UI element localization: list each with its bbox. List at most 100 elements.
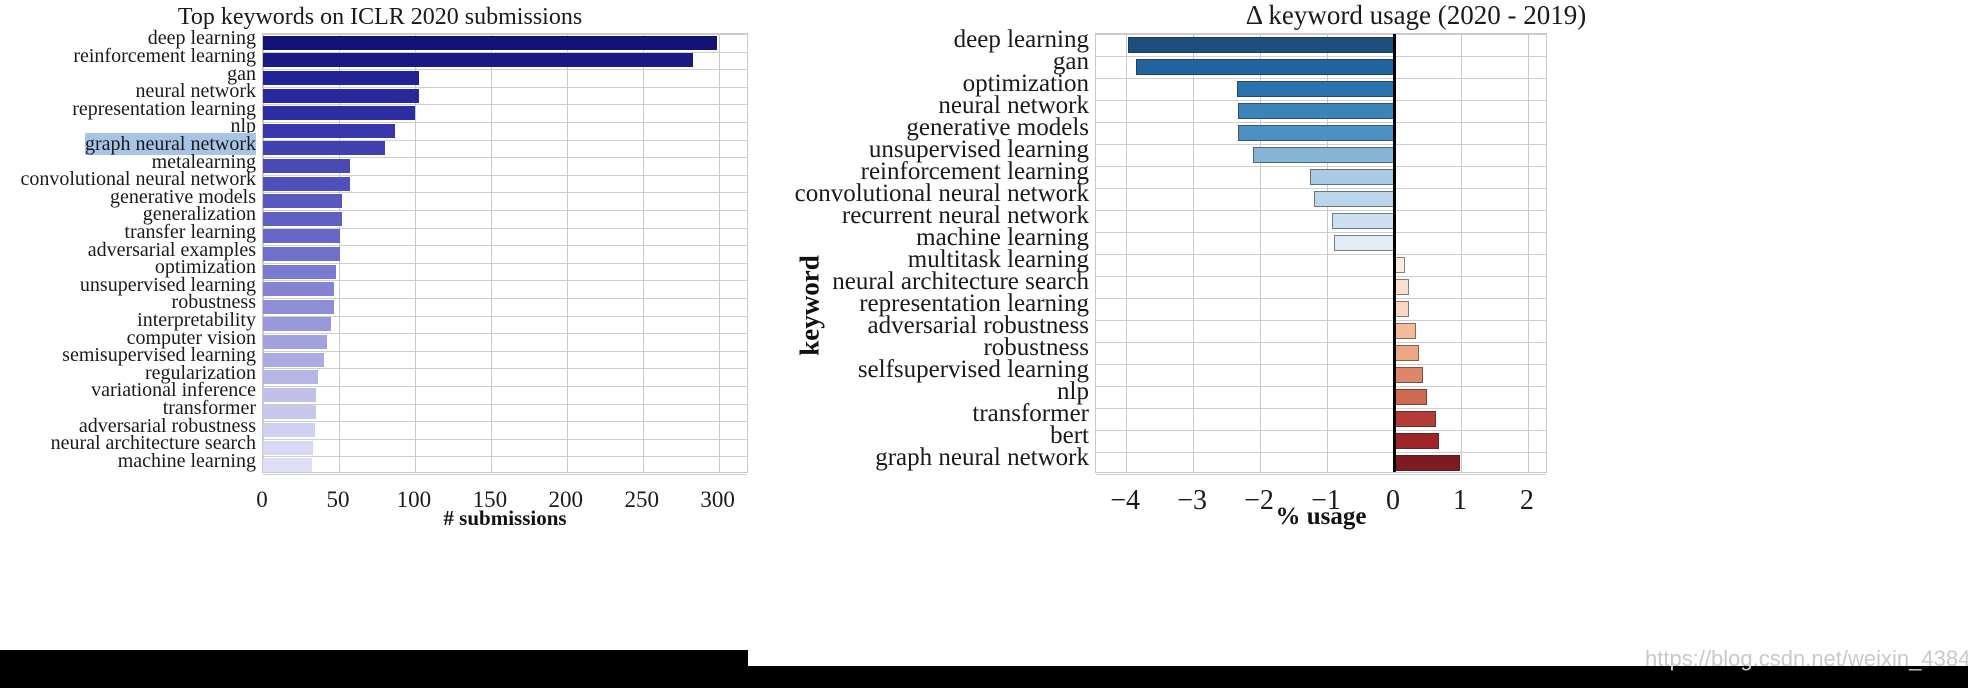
grid-line-horizontal [1096,276,1546,277]
bar-computer-vision [263,334,327,350]
left-plot-area [262,33,748,475]
grid-line-horizontal [1096,122,1546,123]
y-axis-label-selfsupervised-learning: selfsupervised learning [857,356,1089,383]
bar-robustness [1393,344,1420,362]
bar-generative-models [263,194,342,209]
grid-line-horizontal [263,456,747,457]
grid-line-horizontal [263,104,747,105]
y-axis-label-graph-neural-network: graph neural network [875,444,1089,471]
bar-variational-inference [263,387,317,402]
grid-line-horizontal [1096,342,1546,343]
bar-bert [1393,432,1439,450]
watermark-text: https://blog.csdn.net/weixin_43845931 [1645,646,1968,671]
left-x-axis-title: # submissions [443,506,567,530]
bar-deep-learning [263,35,718,50]
grid-line-vertical [643,34,644,472]
bar-regularization [263,370,318,385]
bar-recurrent-neural-network [1332,212,1394,230]
grid-line-horizontal [263,316,747,317]
grid-line-horizontal [263,404,747,405]
bar-metalearning [263,158,350,174]
bar-nlp [263,123,396,138]
y-axis-label-representation-learning: representation learning [72,97,256,120]
grid-line-horizontal [263,245,747,246]
grid-line-horizontal [263,474,747,475]
grid-line-horizontal [263,192,747,193]
grid-line-vertical [719,34,720,472]
grid-line-vertical [1327,34,1328,472]
grid-line-horizontal [1096,78,1546,79]
bar-optimization [263,264,336,279]
grid-line-vertical [1193,34,1194,472]
grid-line-vertical [491,34,492,472]
bar-generative-models [1237,124,1394,142]
grid-line-horizontal [1096,298,1546,299]
right-plot-area [1095,33,1547,475]
grid-line-horizontal [1096,232,1546,233]
bar-graph-neural-network [1393,454,1460,472]
grid-line-vertical [1126,34,1127,472]
grid-line-horizontal [263,439,747,440]
right-y-axis-title: keyword [794,255,825,356]
grid-line-horizontal [263,351,747,352]
bar-neural-architecture-search [1393,278,1409,296]
bar-convolutional-neural-network [1313,190,1394,208]
grid-line-horizontal [263,368,747,369]
grid-line-horizontal [263,421,747,422]
grid-line-vertical [1461,34,1462,472]
bar-neural-network [1237,102,1394,120]
bar-optimization [1236,80,1394,98]
grid-line-vertical [1260,34,1261,472]
bar-graph-neural-network [263,141,385,156]
bar-adversarial-robustness [263,422,315,438]
grid-line-horizontal [1096,408,1546,409]
grid-line-horizontal [1096,188,1546,189]
grid-line-horizontal [263,333,747,334]
grid-line-horizontal [1096,320,1546,321]
bar-adversarial-robustness [1393,322,1417,340]
bar-representation-learning [263,106,415,121]
bar-unsupervised-learning [263,282,335,297]
bar-transformer [263,405,317,420]
grid-line-horizontal [1096,386,1546,387]
bar-neural-architecture-search [263,440,314,455]
bar-semisupervised-learning [263,352,324,367]
grid-line-horizontal [263,69,747,70]
bar-reinforcement-learning [1310,168,1394,186]
bar-reinforcement-learning [263,53,693,68]
y-axis-label-machine-learning: machine learning [117,449,256,472]
grid-line-horizontal [1096,254,1546,255]
left-chart-title: Top keywords on ICLR 2020 submissions [177,4,583,30]
bar-selfsupervised-learning [1393,366,1424,384]
bar-gan [263,70,420,86]
grid-line-horizontal [1096,100,1546,101]
bar-robustness [263,299,335,314]
right-chart-title: Δ keyword usage (2020 - 2019) [1245,0,1587,30]
grid-line-horizontal [1096,430,1546,431]
zero-reference-line [1392,34,1396,472]
grid-line-horizontal [1096,210,1546,211]
grid-line-horizontal [1096,474,1546,475]
grid-line-horizontal [263,386,747,387]
bar-neural-network [263,88,420,103]
left-chart-panel: Top keywords on ICLR 2020 submissions de… [0,0,760,660]
right-chart-panel: Δ keyword usage (2020 - 2019) deep learn… [760,0,1968,660]
bar-adversarial-examples [263,246,341,262]
bar-convolutional-neural-network [263,176,350,191]
bar-interpretability [263,317,332,332]
grid-line-horizontal [1096,56,1546,57]
bar-machine-learning [1333,234,1394,252]
grid-line-horizontal [1096,166,1546,167]
grid-line-horizontal [263,280,747,281]
bar-transformer [1393,410,1437,428]
bar-deep-learning [1128,36,1394,54]
right-x-axis-title: % usage [1275,503,1367,530]
grid-line-vertical [567,34,568,472]
bar-gan [1135,58,1394,76]
grid-line-horizontal [263,298,747,299]
grid-line-horizontal [1096,34,1546,35]
grid-line-vertical [1528,34,1529,472]
bar-unsupervised-learning [1253,146,1394,164]
grid-line-horizontal [1096,364,1546,365]
grid-line-horizontal [1096,144,1546,145]
